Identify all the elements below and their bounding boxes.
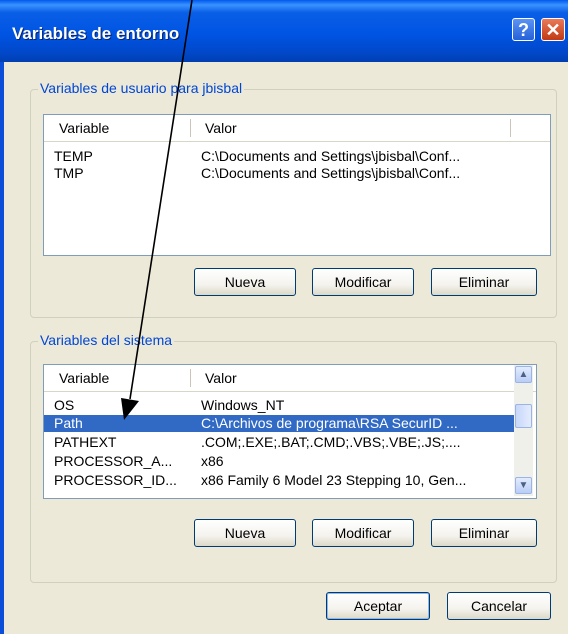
value-cell: C:\Archivos de programa\RSA SecurID ... — [201, 415, 458, 431]
user-new-button[interactable]: Nueva — [194, 268, 296, 296]
value-cell: Windows_NT — [201, 397, 285, 413]
ok-button[interactable]: Aceptar — [326, 592, 430, 620]
variable-cell: PROCESSOR_ID... — [54, 472, 177, 488]
table-row[interactable]: TEMP C:\Documents and Settings\jbisbal\C… — [44, 148, 550, 165]
table-row[interactable]: TMP C:\Documents and Settings\jbisbal\Co… — [44, 165, 550, 182]
column-separator[interactable] — [510, 119, 511, 137]
cancel-button[interactable]: Cancelar — [447, 592, 551, 620]
user-variables-label: Variables de usuario para jbisbal — [38, 80, 245, 96]
table-row[interactable]: OS Windows_NT — [44, 397, 514, 414]
scroll-thumb[interactable] — [515, 404, 532, 428]
list-header: Variable Valor — [44, 365, 536, 392]
table-row[interactable]: PROCESSOR_A... x86 — [44, 453, 514, 470]
system-variables-list[interactable]: Variable Valor OS Windows_NT Path C:\Arc… — [43, 364, 537, 499]
user-edit-button[interactable]: Modificar — [312, 268, 414, 296]
value-cell: C:\Documents and Settings\jbisbal\Conf..… — [201, 148, 461, 164]
list-header: Variable Valor — [44, 115, 550, 142]
table-row[interactable]: PATHEXT .COM;.EXE;.BAT;.CMD;.VBS;.VBE;.J… — [44, 434, 514, 451]
system-list-scrollbar[interactable]: ▲ ▼ — [514, 365, 533, 496]
column-separator[interactable] — [190, 369, 191, 387]
variable-cell: Path — [54, 415, 83, 431]
scroll-down-icon[interactable]: ▼ — [515, 477, 532, 494]
scroll-up-icon[interactable]: ▲ — [515, 366, 532, 383]
variable-cell: TMP — [54, 165, 84, 181]
variable-cell: PROCESSOR_A... — [54, 453, 173, 469]
environment-variables-dialog: Variables de entorno ? ✕ Variables de us… — [0, 0, 568, 634]
table-row-selected[interactable]: Path C:\Archivos de programa\RSA SecurID… — [44, 415, 514, 432]
column-separator[interactable] — [190, 119, 191, 137]
window-title: Variables de entorno — [12, 24, 180, 43]
value-cell: C:\Documents and Settings\jbisbal\Conf..… — [201, 165, 461, 181]
system-edit-button[interactable]: Modificar — [312, 519, 414, 547]
column-header-variable[interactable]: Variable — [59, 370, 109, 386]
value-cell: x86 Family 6 Model 23 Stepping 10, Gen..… — [201, 472, 467, 488]
variable-cell: OS — [54, 397, 75, 413]
user-variables-list[interactable]: Variable Valor TEMP C:\Documents and Set… — [43, 114, 551, 256]
title-bar: Variables de entorno ? ✕ — [0, 0, 568, 62]
value-cell: x86 — [201, 453, 224, 469]
column-header-variable[interactable]: Variable — [59, 120, 109, 136]
system-new-button[interactable]: Nueva — [194, 519, 296, 547]
column-header-value[interactable]: Valor — [205, 120, 237, 136]
table-row[interactable]: PROCESSOR_ID... x86 Family 6 Model 23 St… — [44, 472, 514, 489]
help-button[interactable]: ? — [512, 18, 535, 41]
close-button[interactable]: ✕ — [541, 18, 565, 41]
window-left-border — [0, 62, 4, 634]
variable-cell: TEMP — [54, 148, 93, 164]
system-variables-label: Variables del sistema — [38, 332, 175, 348]
user-delete-button[interactable]: Eliminar — [431, 268, 537, 296]
value-cell: .COM;.EXE;.BAT;.CMD;.VBS;.VBE;.JS;.... — [201, 434, 461, 450]
column-header-value[interactable]: Valor — [205, 370, 237, 386]
variable-cell: PATHEXT — [54, 434, 117, 450]
system-delete-button[interactable]: Eliminar — [431, 519, 537, 547]
